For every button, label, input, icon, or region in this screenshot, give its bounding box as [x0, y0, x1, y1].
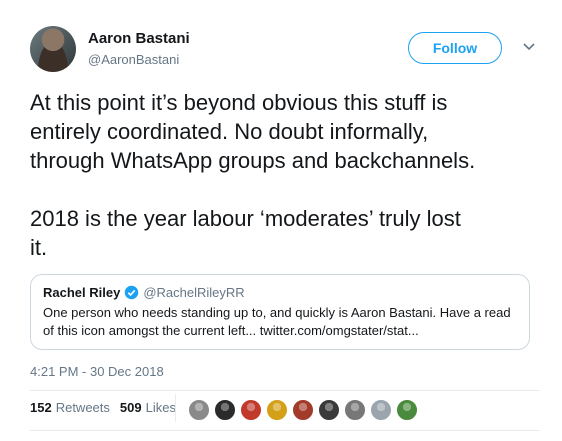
- author-name[interactable]: Aaron Bastani: [88, 30, 190, 47]
- author-handle[interactable]: @AaronBastani: [88, 52, 179, 67]
- tweet-header: Aaron Bastani @AaronBastani Follow: [30, 26, 542, 74]
- quoted-tweet-text: One person who needs standing up to, and…: [43, 305, 511, 338]
- likes-label[interactable]: Likes: [146, 400, 176, 415]
- retweets-count[interactable]: 152: [30, 400, 52, 415]
- liker-avatar-5[interactable]: [292, 399, 314, 421]
- verified-badge-icon: [124, 285, 139, 300]
- liker-avatar-3[interactable]: [240, 399, 262, 421]
- tweet-text: At this point it’s beyond obvious this s…: [30, 90, 476, 260]
- retweets-label[interactable]: Retweets: [56, 400, 110, 415]
- tweet-timestamp[interactable]: 4:21 PM - 30 Dec 2018: [30, 364, 164, 379]
- stats-separator: [175, 394, 176, 422]
- liker-avatar-7[interactable]: [344, 399, 366, 421]
- divider: [30, 430, 540, 431]
- likes-count[interactable]: 509: [120, 400, 142, 415]
- quoted-author-name: Rachel Riley: [43, 285, 121, 300]
- quoted-author-handle: @RachelRileyRR: [143, 285, 245, 300]
- author-avatar[interactable]: [30, 26, 76, 72]
- liker-avatar-6[interactable]: [318, 399, 340, 421]
- follow-button[interactable]: Follow: [408, 32, 502, 64]
- liker-avatar-1[interactable]: [188, 399, 210, 421]
- divider: [30, 390, 540, 391]
- liker-avatar-9[interactable]: [396, 399, 418, 421]
- liker-avatars: [188, 399, 422, 421]
- quoted-tweet[interactable]: Rachel Riley @RachelRileyRR One person w…: [30, 274, 530, 350]
- liker-avatar-8[interactable]: [370, 399, 392, 421]
- tweet-stats: 152 Retweets 509 Likes: [30, 394, 186, 422]
- liker-avatar-2[interactable]: [214, 399, 236, 421]
- chevron-down-icon[interactable]: [520, 38, 538, 56]
- liker-avatar-4[interactable]: [266, 399, 288, 421]
